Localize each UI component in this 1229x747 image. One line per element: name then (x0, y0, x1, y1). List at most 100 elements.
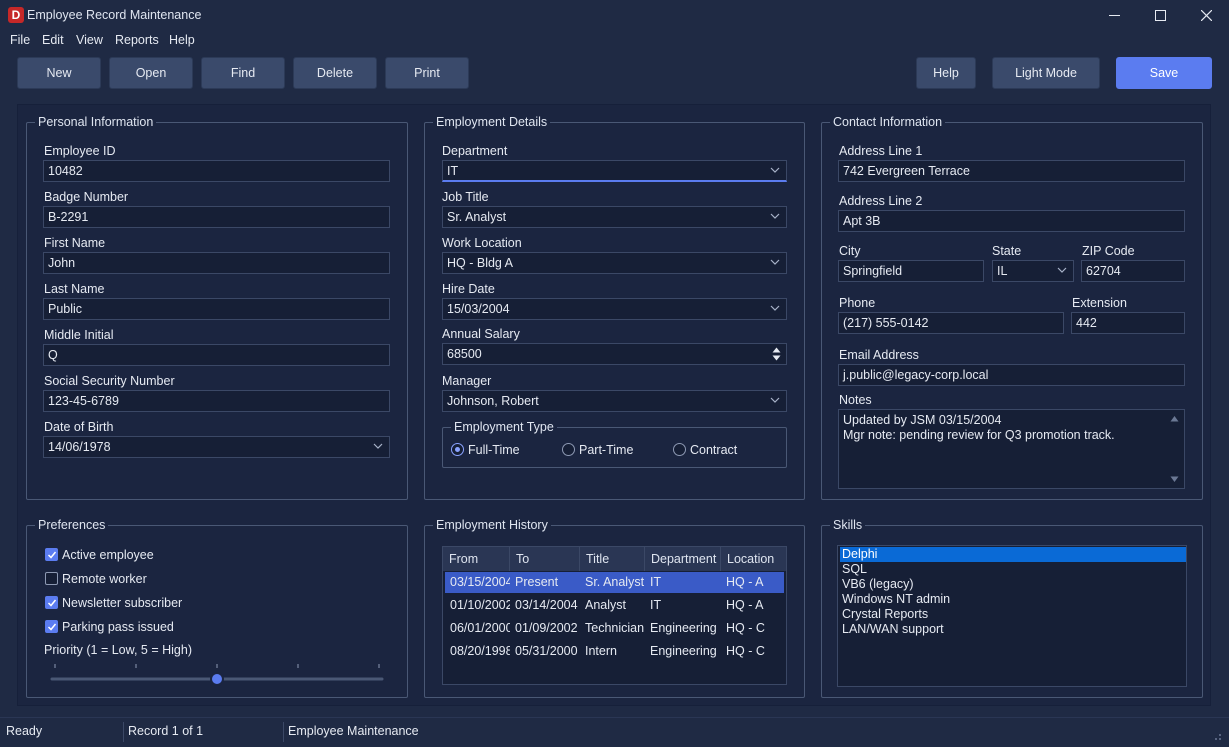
list-item[interactable]: SQL (840, 562, 1186, 577)
save-button[interactable]: Save (1116, 57, 1212, 89)
middle-initial-field[interactable]: Q (43, 344, 390, 366)
employment-type-legend: Employment Type (451, 420, 557, 435)
skills-listbox[interactable]: Delphi SQL VB6 (legacy) Windows NT admin… (837, 545, 1187, 687)
cell-title: Intern (585, 644, 617, 658)
cell-from: 06/01/2000 (450, 621, 510, 635)
salary-stepper[interactable]: 68500 (442, 343, 787, 365)
list-item[interactable]: Windows NT admin (840, 592, 1186, 607)
ssn-field[interactable]: 123-45-6789 (43, 390, 390, 412)
menu-edit[interactable]: Edit (42, 33, 64, 47)
hire-date-label: Hire Date (442, 282, 495, 296)
cell-department: Engineering (650, 644, 717, 658)
chevron-down-icon[interactable] (770, 165, 780, 175)
cell-location: HQ - C (726, 644, 765, 658)
find-button[interactable]: Find (201, 57, 285, 89)
zip-field[interactable]: 62704 (1081, 260, 1185, 282)
print-button[interactable]: Print (385, 57, 469, 89)
new-button[interactable]: New (17, 57, 101, 89)
chevron-down-icon[interactable] (770, 257, 780, 267)
address1-label: Address Line 1 (839, 144, 923, 158)
work-location-select[interactable]: HQ - Bldg A (442, 252, 787, 274)
list-item[interactable]: Delphi (840, 547, 1186, 562)
chevron-down-icon[interactable] (770, 395, 780, 405)
column-header-from[interactable]: From (443, 547, 510, 571)
notes-line-2: Mgr note: pending review for Q3 promotio… (843, 428, 1115, 442)
cell-location: HQ - A (726, 575, 764, 589)
hire-date-picker[interactable]: 15/03/2004 (442, 298, 787, 320)
column-header-title[interactable]: Title (580, 547, 645, 571)
address2-field[interactable]: Apt 3B (838, 210, 1185, 232)
light-mode-button[interactable]: Light Mode (992, 57, 1100, 89)
hire-date-value: 15/03/2004 (447, 302, 510, 316)
maximize-button[interactable] (1137, 0, 1183, 30)
first-name-field[interactable]: John (43, 252, 390, 274)
menu-reports[interactable]: Reports (115, 33, 159, 47)
newsletter-label[interactable]: Newsletter subscriber (62, 596, 182, 610)
ssn-label: Social Security Number (44, 374, 175, 388)
close-button[interactable] (1183, 0, 1229, 30)
contract-radio[interactable] (673, 443, 686, 456)
remote-worker-checkbox[interactable] (45, 572, 58, 585)
email-field[interactable]: j.public@legacy-corp.local (838, 364, 1185, 386)
address1-field[interactable]: 742 Evergreen Terrace (838, 160, 1185, 182)
job-title-value: Sr. Analyst (447, 210, 507, 224)
resize-grip-icon[interactable] (1212, 731, 1222, 741)
status-bar: Ready Record 1 of 1 Employee Maintenance (0, 717, 1229, 747)
chevron-down-icon[interactable] (770, 211, 780, 221)
chevron-down-icon[interactable] (373, 441, 383, 451)
list-item[interactable]: LAN/WAN support (840, 622, 1186, 637)
extension-field[interactable]: 442 (1071, 312, 1185, 334)
list-item[interactable]: Crystal Reports (840, 607, 1186, 622)
department-select[interactable]: IT (442, 160, 787, 182)
department-value: IT (447, 164, 459, 178)
newsletter-checkbox[interactable] (45, 596, 58, 609)
remote-worker-label[interactable]: Remote worker (62, 572, 147, 586)
chevron-down-icon[interactable] (770, 303, 780, 313)
column-header-location[interactable]: Location (721, 547, 786, 571)
active-employee-checkbox[interactable] (45, 548, 58, 561)
part-time-label[interactable]: Part-Time (579, 443, 633, 457)
minimize-button[interactable] (1091, 0, 1137, 30)
priority-slider[interactable] (44, 660, 390, 690)
last-name-field[interactable]: Public (43, 298, 390, 320)
full-time-radio[interactable] (451, 443, 464, 456)
city-field[interactable]: Springfield (838, 260, 984, 282)
column-header-to[interactable]: To (510, 547, 580, 571)
menu-view[interactable]: View (76, 33, 103, 47)
salary-label: Annual Salary (442, 327, 520, 341)
manager-label: Manager (442, 374, 492, 388)
parking-pass-label[interactable]: Parking pass issued (62, 620, 174, 634)
cell-title: Sr. Analyst (585, 575, 645, 589)
help-button[interactable]: Help (916, 57, 976, 89)
employee-id-field[interactable]: 10482 (43, 160, 390, 182)
phone-field[interactable]: (217) 555-0142 (838, 312, 1064, 334)
part-time-radio[interactable] (562, 443, 575, 456)
delete-button[interactable]: Delete (293, 57, 377, 89)
history-table[interactable]: From To Title Department Location 03/15/… (442, 546, 787, 685)
list-item[interactable]: VB6 (legacy) (840, 577, 1186, 592)
notes-textarea[interactable]: Updated by JSM 03/15/2004 Mgr note: pend… (838, 409, 1185, 489)
contact-info-legend: Contact Information (830, 115, 946, 130)
full-time-label[interactable]: Full-Time (468, 443, 520, 457)
spin-arrows-icon[interactable] (772, 346, 781, 362)
status-record: Record 1 of 1 (128, 724, 204, 738)
scroll-up-icon[interactable] (1170, 415, 1179, 422)
parking-pass-checkbox[interactable] (45, 620, 58, 633)
badge-number-field[interactable]: B-2291 (43, 206, 390, 228)
active-employee-label[interactable]: Active employee (62, 548, 154, 562)
dob-picker[interactable]: 14/06/1978 (43, 436, 390, 458)
menu-help[interactable]: Help (169, 33, 195, 47)
cell-location: HQ - C (726, 621, 765, 635)
cell-to: 03/14/2004 (515, 598, 578, 612)
job-title-select[interactable]: Sr. Analyst (442, 206, 787, 228)
contract-label[interactable]: Contract (690, 443, 737, 457)
checkmark-icon (47, 551, 57, 559)
manager-select[interactable]: Johnson, Robert (442, 390, 787, 412)
open-button[interactable]: Open (109, 57, 193, 89)
scroll-down-icon[interactable] (1170, 476, 1179, 483)
chevron-down-icon[interactable] (1057, 265, 1067, 275)
work-location-value: HQ - Bldg A (447, 256, 513, 270)
menu-file[interactable]: File (10, 33, 30, 47)
column-header-department[interactable]: Department (645, 547, 721, 571)
state-select[interactable]: IL (992, 260, 1074, 282)
